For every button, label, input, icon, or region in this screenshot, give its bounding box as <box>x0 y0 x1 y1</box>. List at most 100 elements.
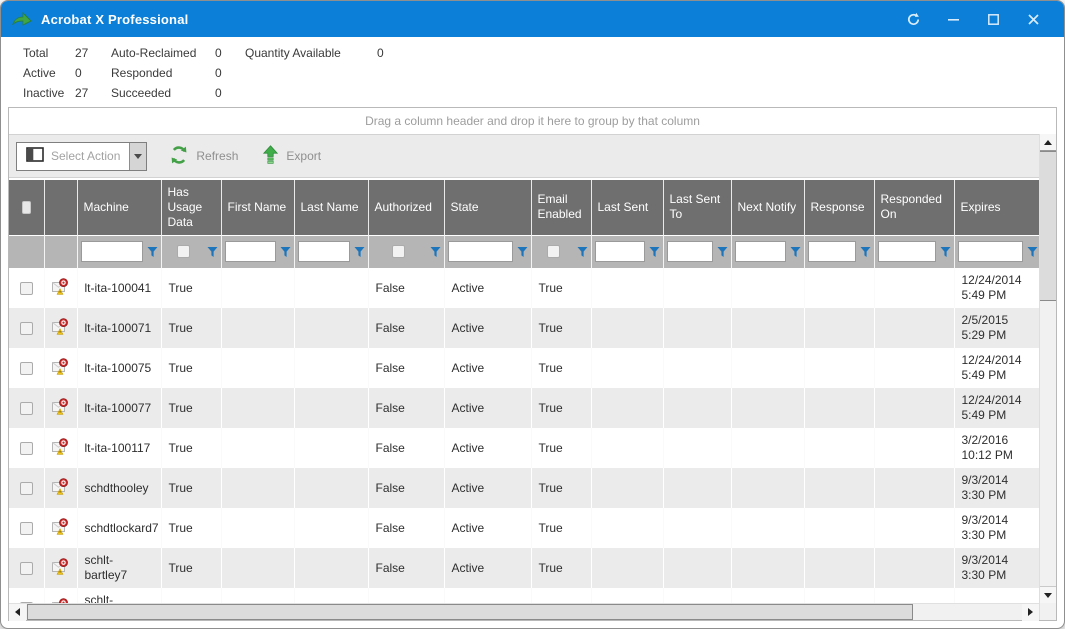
filter-funnel-icon[interactable] <box>860 246 871 258</box>
close-icon[interactable] <box>1013 1 1053 37</box>
filter-input-firstName[interactable] <box>225 241 276 262</box>
row-checkbox[interactable] <box>20 362 33 375</box>
table-row[interactable]: lt-ita-100117TrueFalseActiveTrue3/2/2016… <box>9 428 1039 468</box>
vertical-scroll-track[interactable] <box>1040 301 1056 586</box>
filter-funnel-icon[interactable] <box>207 246 218 258</box>
license-warning-icon <box>52 558 69 579</box>
column-header-icon[interactable] <box>44 180 77 235</box>
vertical-scroll-thumb[interactable] <box>1040 151 1056 301</box>
row-select-cell <box>9 268 44 308</box>
column-header-expires[interactable]: Expires <box>954 180 1039 235</box>
filter-input-response[interactable] <box>808 241 856 262</box>
column-header-response[interactable]: Response <box>804 180 874 235</box>
horizontal-scrollbar[interactable] <box>9 603 1039 620</box>
filter-input-expires[interactable] <box>958 241 1024 262</box>
toolbar: Select Action <box>9 134 1039 178</box>
table-row[interactable]: lt-ita-100071TrueFalseActiveTrue2/5/2015… <box>9 308 1039 348</box>
scroll-down-icon[interactable] <box>1040 586 1056 603</box>
cell-response <box>804 588 874 603</box>
horizontal-scroll-thumb[interactable] <box>27 604 913 620</box>
filter-cell-emailEnabled <box>531 235 591 268</box>
row-checkbox[interactable] <box>20 442 33 455</box>
column-header-respondedOn[interactable]: Responded On <box>874 180 954 235</box>
expires-time: 5:49 PM <box>962 288 1034 303</box>
select-all-header[interactable] <box>9 180 44 235</box>
filter-input-nextNotify[interactable] <box>735 241 786 262</box>
column-header-nextNotify[interactable]: Next Notify <box>731 180 804 235</box>
cell-nextNotify <box>731 468 804 508</box>
filter-input-machine[interactable] <box>81 241 143 262</box>
export-button[interactable]: Export <box>262 145 321 167</box>
cell-value: True <box>169 521 193 535</box>
cell-emailEnabled: True <box>531 428 591 468</box>
table-row[interactable]: lt-ita-100077TrueFalseActiveTrue12/24/20… <box>9 388 1039 428</box>
machines-table: MachineHas Usage DataFirst NameLast Name… <box>9 180 1039 603</box>
row-checkbox[interactable] <box>20 522 33 535</box>
cell-respondedOn <box>874 468 954 508</box>
row-select-cell <box>9 468 44 508</box>
column-header-machine[interactable]: Machine <box>77 180 161 235</box>
filter-input-lastSent[interactable] <box>595 241 645 262</box>
filter-input-state[interactable] <box>448 241 513 262</box>
column-header-lastSentTo[interactable]: Last Sent To <box>663 180 731 235</box>
filter-funnel-icon[interactable] <box>1027 246 1038 258</box>
table-row[interactable]: lt-ita-100041TrueFalseActiveTrue12/24/20… <box>9 268 1039 308</box>
filter-funnel-icon[interactable] <box>717 246 728 258</box>
table-row[interactable]: schlt-bartley7TrueFalseActiveTrue9/3/201… <box>9 548 1039 588</box>
cell-emailEnabled: True <box>531 348 591 388</box>
filter-input-lastName[interactable] <box>298 241 350 262</box>
filter-funnel-icon[interactable] <box>790 246 801 258</box>
column-header-firstName[interactable]: First Name <box>221 180 294 235</box>
select-action-dropdown[interactable]: Select Action <box>16 142 147 171</box>
cell-response <box>804 388 874 428</box>
select-all-checkbox[interactable] <box>22 201 31 214</box>
filter-input-lastSentTo[interactable] <box>667 241 713 262</box>
minimize-icon[interactable] <box>933 1 973 37</box>
scroll-up-icon[interactable] <box>1040 134 1056 151</box>
dropdown-arrow-icon[interactable] <box>129 143 146 170</box>
column-header-state[interactable]: State <box>444 180 531 235</box>
cell-value: True <box>539 561 563 575</box>
vertical-scrollbar[interactable] <box>1039 134 1056 620</box>
filter-input-respondedOn[interactable] <box>878 241 936 262</box>
scroll-left-icon[interactable] <box>9 604 26 621</box>
filter-funnel-icon[interactable] <box>430 246 441 258</box>
filter-checkbox-emailEnabled[interactable] <box>547 245 560 258</box>
column-header-lastName[interactable]: Last Name <box>294 180 368 235</box>
column-header-authorized[interactable]: Authorized <box>368 180 444 235</box>
stat-value: 0 <box>215 86 245 101</box>
filter-funnel-icon[interactable] <box>577 246 588 258</box>
filter-checkbox-authorized[interactable] <box>392 245 405 258</box>
column-header-hasUsageData[interactable]: Has Usage Data <box>161 180 221 235</box>
column-header-lastSent[interactable]: Last Sent <box>591 180 663 235</box>
row-checkbox[interactable] <box>20 482 33 495</box>
row-checkbox[interactable] <box>20 562 33 575</box>
row-checkbox[interactable] <box>20 402 33 415</box>
table-row[interactable]: schdtlockard7TrueFalseActiveTrue9/3/2014… <box>9 508 1039 548</box>
cell-state: Active <box>444 468 531 508</box>
window-title: Acrobat X Professional <box>41 12 188 27</box>
row-checkbox[interactable] <box>20 282 33 295</box>
filter-funnel-icon[interactable] <box>649 246 660 258</box>
column-header-emailEnabled[interactable]: Email Enabled <box>531 180 591 235</box>
filter-funnel-icon[interactable] <box>280 246 291 258</box>
expires-time: 3:30 PM <box>962 488 1034 503</box>
refresh-button[interactable]: Refresh <box>169 145 238 168</box>
group-by-drop-zone[interactable]: Drag a column header and drop it here to… <box>9 108 1056 134</box>
cell-lastSentTo <box>663 588 731 603</box>
filter-funnel-icon[interactable] <box>354 246 365 258</box>
filter-funnel-icon[interactable] <box>147 246 158 258</box>
sync-icon[interactable] <box>893 1 933 37</box>
table-row[interactable]: lt-ita-100075TrueFalseActiveTrue12/24/20… <box>9 348 1039 388</box>
filter-funnel-icon[interactable] <box>940 246 951 258</box>
table-row[interactable]: schdthooleyTrueFalseActiveTrue9/3/20143:… <box>9 468 1039 508</box>
filter-checkbox-hasUsageData[interactable] <box>177 245 190 258</box>
app-logo-icon <box>12 11 32 27</box>
cell-nextNotify <box>731 268 804 308</box>
horizontal-scroll-track[interactable] <box>26 604 1022 621</box>
maximize-icon[interactable] <box>973 1 1013 37</box>
scroll-right-icon[interactable] <box>1022 604 1039 621</box>
table-row[interactable]: schlt-crowel7TrueFalseActiveTrue10/27/20… <box>9 588 1039 603</box>
row-checkbox[interactable] <box>20 322 33 335</box>
filter-funnel-icon[interactable] <box>517 246 528 258</box>
